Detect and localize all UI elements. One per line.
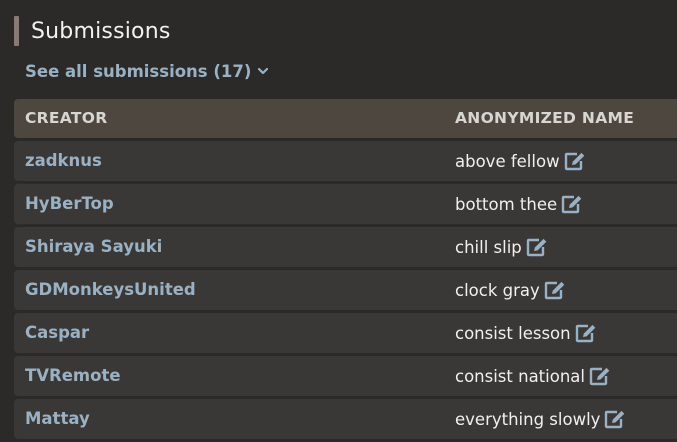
table-row: zadknus above fellow <box>14 141 677 181</box>
submissions-table: CREATOR ANONYMIZED NAME zadknus above fel… <box>14 99 677 439</box>
edit-icon[interactable] <box>561 194 583 214</box>
edit-icon[interactable] <box>526 237 548 257</box>
section-title: Submissions <box>31 18 171 44</box>
anonymized-name-cell: everything slowly <box>455 399 626 439</box>
anonymized-name-text: consist lesson <box>455 323 571 343</box>
see-all-label: See all submissions (17) <box>25 61 252 81</box>
see-all-submissions-link[interactable]: See all submissions (17) <box>25 60 269 82</box>
anonymized-name-cell: bottom thee <box>455 184 583 224</box>
creator-link[interactable]: zadknus <box>25 141 102 181</box>
anonymized-name-column-header: ANONYMIZED NAME <box>455 109 635 127</box>
section-header: Submissions <box>14 16 171 46</box>
anonymized-name-text: consist national <box>455 366 585 386</box>
creator-link[interactable]: Shiraya Sayuki <box>25 227 162 267</box>
edit-icon[interactable] <box>564 151 586 171</box>
table-row: Shiraya Sayuki chill slip <box>14 227 677 267</box>
anonymized-name-text: above fellow <box>455 151 560 171</box>
anonymized-name-text: everything slowly <box>455 409 601 429</box>
anonymized-name-cell: above fellow <box>455 141 586 181</box>
anonymized-name-text: clock gray <box>455 280 540 300</box>
chevron-down-icon <box>257 62 269 81</box>
creator-link[interactable]: Mattay <box>25 399 90 439</box>
table-header-row: CREATOR ANONYMIZED NAME <box>14 99 677 138</box>
table-row: TVRemote consist national <box>14 356 677 396</box>
table-row: Caspar consist lesson <box>14 313 677 353</box>
anonymized-name-text: bottom thee <box>455 194 558 214</box>
edit-icon[interactable] <box>604 409 626 429</box>
creator-link[interactable]: HyBerTop <box>25 184 114 224</box>
edit-icon[interactable] <box>589 366 611 386</box>
edit-icon[interactable] <box>544 280 566 300</box>
creator-link[interactable]: GDMonkeysUnited <box>25 270 196 310</box>
creator-column-header: CREATOR <box>25 109 108 127</box>
anonymized-name-cell: consist national <box>455 356 611 396</box>
edit-icon[interactable] <box>575 323 597 343</box>
section-accent-bar <box>14 16 19 46</box>
anonymized-name-cell: clock gray <box>455 270 566 310</box>
anonymized-name-cell: consist lesson <box>455 313 597 353</box>
creator-link[interactable]: Caspar <box>25 313 89 353</box>
anonymized-name-cell: chill slip <box>455 227 548 267</box>
table-row: GDMonkeysUnited clock gray <box>14 270 677 310</box>
anonymized-name-text: chill slip <box>455 237 522 257</box>
table-row: Mattay everything slowly <box>14 399 677 439</box>
table-row: HyBerTop bottom thee <box>14 184 677 224</box>
creator-link[interactable]: TVRemote <box>25 356 121 396</box>
